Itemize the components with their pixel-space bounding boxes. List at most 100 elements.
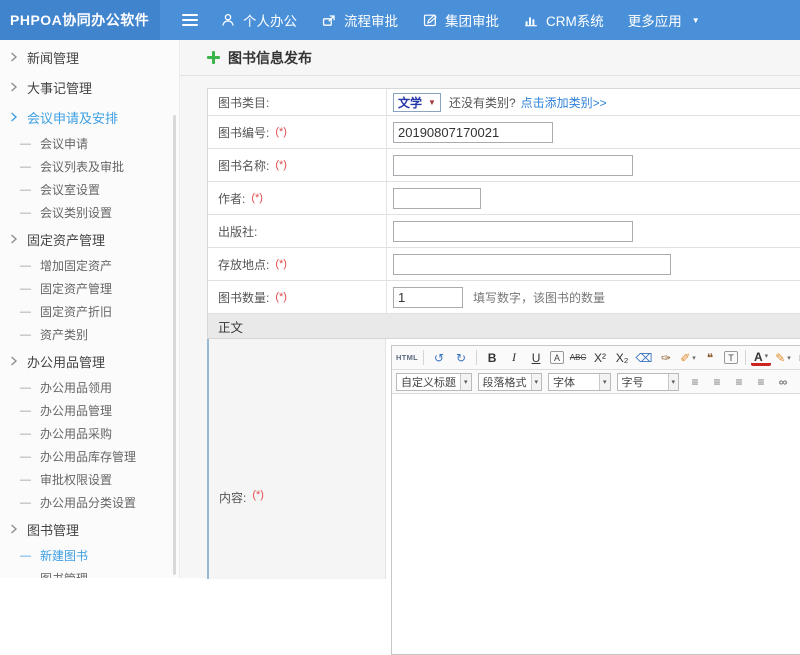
sidebar-sub-item[interactable]: —会议列表及审批 bbox=[0, 155, 179, 178]
required-mark: (*) bbox=[275, 258, 287, 270]
sidebar-sub-item[interactable]: —会议申请 bbox=[0, 132, 179, 155]
field-label-cell: 图书数量: (*) bbox=[208, 281, 387, 313]
redo-icon[interactable]: ↻ bbox=[451, 349, 471, 367]
italic-icon[interactable]: I bbox=[504, 349, 524, 367]
field-value-cell bbox=[387, 215, 800, 247]
book-quantity-label: 图书数量: bbox=[218, 289, 269, 306]
highlight-color-icon[interactable]: ✎▾ bbox=[773, 349, 793, 367]
sidebar-group-label: 图书管理 bbox=[27, 520, 79, 539]
required-mark: (*) bbox=[251, 192, 263, 204]
sidebar-sub-item[interactable]: —资产类别 bbox=[0, 323, 179, 346]
unlink-icon[interactable]: ∞ bbox=[795, 373, 800, 391]
select-label: 字号 bbox=[618, 374, 668, 390]
underline-icon[interactable]: U bbox=[526, 349, 546, 367]
bold-icon[interactable]: B bbox=[482, 349, 502, 367]
book-number-input[interactable] bbox=[393, 122, 553, 143]
font-family-select[interactable]: 字体▾ bbox=[548, 373, 611, 391]
strikethrough-icon[interactable]: ABC bbox=[568, 349, 588, 367]
dash-icon: — bbox=[20, 382, 31, 394]
topbar-nav-item[interactable]: 更多应用▼ bbox=[628, 10, 700, 30]
page-header: 图书信息发布 bbox=[180, 40, 800, 76]
sidebar-group-item[interactable]: 会议申请及安排 bbox=[0, 102, 179, 132]
paste-plain-icon[interactable]: T bbox=[724, 351, 738, 364]
sidebar-scrollbar[interactable] bbox=[173, 115, 176, 575]
topbar-nav-item[interactable]: CRM系统 bbox=[523, 10, 604, 30]
font-style-icon[interactable]: A bbox=[550, 351, 564, 364]
sidebar-sub-item[interactable]: —办公用品管理 bbox=[0, 399, 179, 422]
superscript-icon[interactable]: X² bbox=[590, 349, 610, 367]
editor-toolbar-row2: 自定义标题▾段落格式▾字体▾字号▾≡≡≡≡∞∞ bbox=[392, 370, 800, 394]
caret-down-icon: ▾ bbox=[787, 354, 791, 362]
sidebar-sub-item[interactable]: —办公用品领用 bbox=[0, 376, 179, 399]
topbar-nav-item[interactable]: 集团审批 bbox=[422, 10, 499, 30]
caret-down-icon: ▾ bbox=[599, 374, 610, 390]
sidebar-sub-label: 会议列表及审批 bbox=[40, 158, 124, 175]
align-justify-icon[interactable]: ≡ bbox=[751, 373, 771, 391]
sidebar-sub-label: 资产类别 bbox=[40, 326, 88, 343]
sidebar-sub-item[interactable]: —办公用品采购 bbox=[0, 422, 179, 445]
topbar-nav-item[interactable]: 流程审批 bbox=[321, 10, 398, 30]
field-value-cell: HTML↺↻BIUAABCX²X₂⌫✑✐▾❝TA▾✎▾≡▾≡▾自定义标题▾段落格… bbox=[386, 339, 800, 579]
link-icon[interactable]: ∞ bbox=[773, 373, 793, 391]
ordered-list-icon[interactable]: ≡▾ bbox=[795, 349, 800, 367]
form-row-book-quantity: 图书数量:(*)填写数字，该图书的数量 bbox=[208, 281, 800, 314]
form-row-book-category: 图书类目:文学▼还没有类别?点击添加类别>> bbox=[208, 89, 800, 116]
paragraph-format-select[interactable]: 段落格式▾ bbox=[478, 373, 543, 391]
sidebar-group-item[interactable]: 固定资产管理 bbox=[0, 224, 179, 254]
align-left-icon[interactable]: ≡ bbox=[685, 373, 705, 391]
html-source-icon[interactable]: HTML bbox=[396, 349, 418, 367]
storage-location-input[interactable] bbox=[393, 254, 671, 275]
eraser-icon[interactable]: ⌫ bbox=[634, 349, 654, 367]
select-label: 字体 bbox=[549, 374, 599, 390]
sidebar-sub-item[interactable]: —办公用品库存管理 bbox=[0, 445, 179, 468]
sidebar-sub-item[interactable]: —会议类别设置 bbox=[0, 201, 179, 224]
chevron-right-icon bbox=[10, 82, 18, 92]
subscript-icon[interactable]: X₂ bbox=[612, 349, 632, 367]
sidebar-group-item[interactable]: 新闻管理 bbox=[0, 42, 179, 72]
sidebar-sub-item[interactable]: —固定资产折旧 bbox=[0, 300, 179, 323]
nav-item-label: 个人办公 bbox=[243, 10, 297, 30]
field-value-cell bbox=[387, 182, 800, 214]
editor-toolbar-row1: HTML↺↻BIUAABCX²X₂⌫✑✐▾❝TA▾✎▾≡▾≡▾ bbox=[392, 346, 800, 370]
book-publish-form: 图书类目:文学▼还没有类别?点击添加类别>>图书编号:(*)图书名称:(*)作者… bbox=[207, 88, 800, 579]
book-quantity-input[interactable] bbox=[393, 287, 463, 308]
sidebar-sub-item[interactable]: —固定资产管理 bbox=[0, 277, 179, 300]
hamburger-icon[interactable] bbox=[182, 14, 198, 26]
editor-content-area[interactable] bbox=[392, 394, 800, 654]
required-mark: (*) bbox=[252, 489, 264, 501]
book-name-input[interactable] bbox=[393, 155, 633, 176]
author-input[interactable] bbox=[393, 188, 481, 209]
format-brush-icon[interactable]: ✐▾ bbox=[678, 349, 698, 367]
book-category-select[interactable]: 文学▼ bbox=[393, 93, 441, 112]
font-color-icon[interactable]: A▾ bbox=[751, 351, 771, 366]
sidebar-group-item[interactable]: 大事记管理 bbox=[0, 72, 179, 102]
required-mark: (*) bbox=[275, 291, 287, 303]
align-right-icon[interactable]: ≡ bbox=[729, 373, 749, 391]
clean-format-icon[interactable]: ✑ bbox=[656, 349, 676, 367]
field-label-cell: 出版社: bbox=[208, 215, 387, 247]
add-category-link[interactable]: 点击添加类别>> bbox=[521, 94, 607, 111]
blockquote-icon[interactable]: ❝ bbox=[700, 349, 720, 367]
sidebar-sub-item[interactable]: —图书管理 bbox=[0, 567, 179, 578]
edit-icon bbox=[422, 12, 438, 28]
sidebar-sub-item[interactable]: —办公用品分类设置 bbox=[0, 491, 179, 514]
topbar-nav-item[interactable]: 个人办公 bbox=[220, 10, 297, 30]
field-label-cell: 图书名称:(*) bbox=[208, 149, 387, 181]
custom-heading-select[interactable]: 自定义标题▾ bbox=[396, 373, 472, 391]
dash-icon: — bbox=[20, 260, 31, 272]
sidebar-group-item[interactable]: 图书管理 bbox=[0, 514, 179, 544]
sidebar-sub-item[interactable]: —审批权限设置 bbox=[0, 468, 179, 491]
publisher-input[interactable] bbox=[393, 221, 633, 242]
rich-text-editor: HTML↺↻BIUAABCX²X₂⌫✑✐▾❝TA▾✎▾≡▾≡▾自定义标题▾段落格… bbox=[391, 345, 800, 655]
sidebar-sub-item[interactable]: —增加固定资产 bbox=[0, 254, 179, 277]
undo-icon[interactable]: ↺ bbox=[429, 349, 449, 367]
field-label-cell: 作者:(*) bbox=[208, 182, 387, 214]
font-size-select[interactable]: 字号▾ bbox=[617, 373, 680, 391]
sidebar-sub-item[interactable]: —新建图书 bbox=[0, 544, 179, 567]
caret-down-icon: ▾ bbox=[531, 374, 542, 390]
dash-icon: — bbox=[20, 207, 31, 219]
sidebar-sub-item[interactable]: —会议室设置 bbox=[0, 178, 179, 201]
dash-icon: — bbox=[20, 497, 31, 509]
align-center-icon[interactable]: ≡ bbox=[707, 373, 727, 391]
sidebar-group-item[interactable]: 办公用品管理 bbox=[0, 346, 179, 376]
